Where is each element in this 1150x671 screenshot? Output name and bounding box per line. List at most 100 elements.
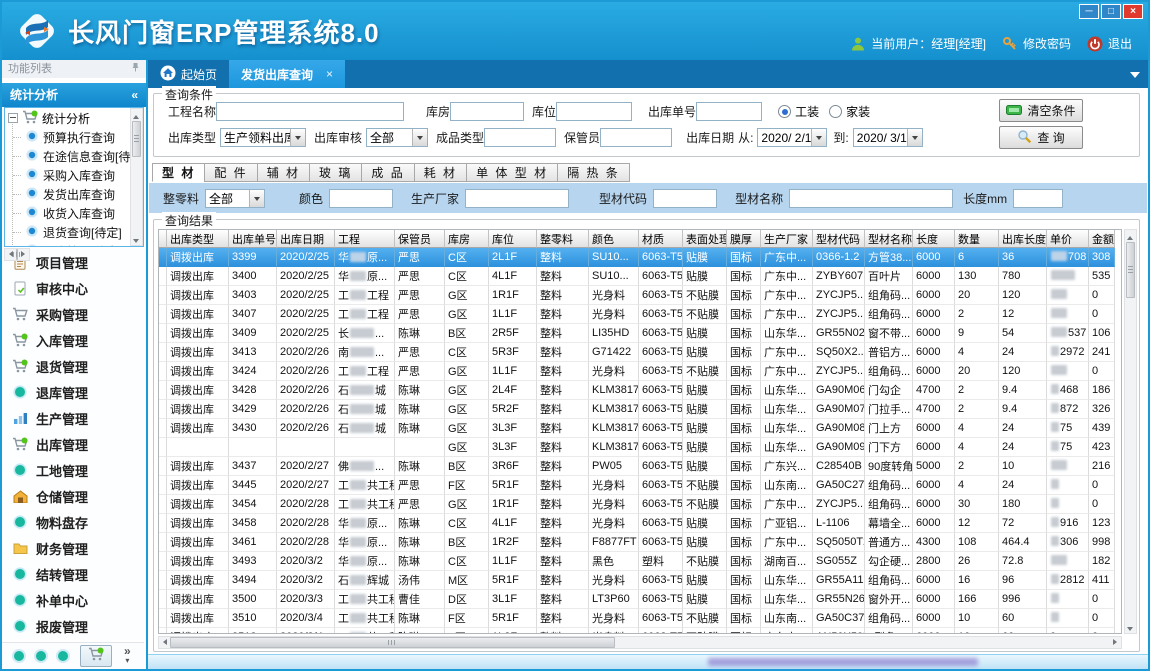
- tab-close-icon[interactable]: ×: [326, 67, 333, 81]
- column-header[interactable]: 出库类型: [167, 230, 229, 248]
- quick-circle-icon[interactable]: [58, 651, 68, 661]
- column-header[interactable]: 材质: [639, 230, 683, 248]
- table-row[interactable]: 调拨出库34612020/2/28华原...陈琳B区1R2F整料F8877FT6…: [159, 533, 1115, 552]
- table-row[interactable]: 调拨出库34302020/2/26石城陈琳G区3L3F整料KLM38176063…: [159, 419, 1115, 438]
- sidebar-item[interactable]: 结转管理: [2, 561, 146, 587]
- sidebar-item[interactable]: 物料盘存: [2, 509, 146, 535]
- pin-icon[interactable]: [131, 60, 140, 78]
- scroll-thumb[interactable]: [170, 637, 615, 648]
- tree-scrollbar-horizontal[interactable]: [4, 248, 30, 261]
- quick-cart-button[interactable]: [80, 645, 112, 667]
- column-header[interactable]: 数量: [955, 230, 999, 248]
- table-row[interactable]: 调拨出库34242020/2/26工工程严思G区1L1F整料光身料6063-T5…: [159, 362, 1115, 381]
- quick-circle-icon[interactable]: [36, 651, 46, 661]
- sidebar-item[interactable]: 财务管理: [2, 535, 146, 561]
- table-scrollbar-vertical[interactable]: [1124, 229, 1137, 634]
- tab-list-dropdown-icon[interactable]: [1130, 72, 1140, 83]
- table-row[interactable]: 调拨出库34092020/2/25长...陈琳B区2R5F整料LI35HD606…: [159, 324, 1115, 343]
- column-header[interactable]: 型材代码: [813, 230, 865, 248]
- table-row[interactable]: 调拨出库34072020/2/25工工程严思G区1L1F整料光身料6063-T5…: [159, 305, 1115, 324]
- tree-expander-icon[interactable]: [8, 113, 18, 123]
- product-type-input[interactable]: [484, 128, 556, 147]
- material-tab[interactable]: 成 品: [361, 163, 414, 182]
- column-header[interactable]: 出库长度: [999, 230, 1047, 248]
- table-row[interactable]: 调拨出库34132020/2/26南...严思C区5R3F整料G71422606…: [159, 343, 1115, 362]
- radio-jiazhuang[interactable]: 家装: [829, 103, 870, 120]
- sidebar-item[interactable]: 工地管理: [2, 457, 146, 483]
- sidebar-item[interactable]: 退货管理: [2, 353, 146, 379]
- material-tab[interactable]: 隔 热 条: [557, 163, 630, 182]
- profile-name-input[interactable]: [789, 189, 953, 208]
- minimize-button[interactable]: ─: [1079, 4, 1099, 19]
- table-row[interactable]: 调拨出库34282020/2/26石城陈琳G区2L4F整料KLM38176063…: [159, 381, 1115, 400]
- table-row[interactable]: 调拨出库35122020/3/4工共工程陈琳F区1L2F整料光身料6063-T5…: [159, 628, 1115, 634]
- close-button[interactable]: ×: [1123, 4, 1143, 19]
- tree-item[interactable]: 收货入库查询: [5, 204, 143, 223]
- column-header[interactable]: 库房: [445, 230, 489, 248]
- material-tab[interactable]: 玻 璃: [309, 163, 362, 182]
- table-scrollbar-horizontal[interactable]: [158, 636, 1122, 649]
- whole-part-select[interactable]: 全部: [205, 189, 265, 208]
- scroll-down-icon[interactable]: [1125, 622, 1136, 633]
- sidebar-item[interactable]: 出库管理: [2, 431, 146, 457]
- table-row[interactable]: 调拨出库34452020/2/27工共工程严思F区5R1F整料光身料6063-T…: [159, 476, 1115, 495]
- table-row[interactable]: 调拨出库34032020/2/25工工程严思G区1R1F整料光身料6063-T5…: [159, 286, 1115, 305]
- color-input[interactable]: [329, 189, 393, 208]
- quick-circle-icon[interactable]: [14, 651, 24, 661]
- scroll-thumb[interactable]: [132, 121, 141, 157]
- tree-item[interactable]: 发货出库查询: [5, 185, 143, 204]
- chevron-down-icon[interactable]: [907, 129, 922, 146]
- column-header[interactable]: 长度: [913, 230, 955, 248]
- collapse-chevron-icon[interactable]: «: [131, 83, 138, 107]
- material-tab[interactable]: 配 件: [204, 163, 257, 182]
- tree-item[interactable]: 采购入库查询: [5, 166, 143, 185]
- column-header[interactable]: 出库单号: [229, 230, 277, 248]
- date-to-select[interactable]: 2020/ 3/16: [853, 128, 923, 147]
- outbound-audit-select[interactable]: 全部: [366, 128, 428, 147]
- tab-shipment-outbound-query[interactable]: 发货出库查询 ×: [229, 60, 345, 88]
- column-header[interactable]: 颜色: [589, 230, 639, 248]
- table-row[interactable]: 调拨出库34582020/2/28华原...陈琳C区4L1F整料光身料6063-…: [159, 514, 1115, 533]
- tree-scrollbar-vertical[interactable]: [130, 108, 143, 246]
- profile-code-input[interactable]: [653, 189, 717, 208]
- scroll-up-icon[interactable]: [1125, 230, 1136, 241]
- project-name-input[interactable]: [216, 102, 404, 121]
- scroll-right-icon[interactable]: [1110, 637, 1121, 648]
- outbound-type-select[interactable]: 生产领料出库: [220, 128, 306, 147]
- tab-home[interactable]: 起始页: [148, 60, 229, 88]
- column-header[interactable]: 膜厚: [727, 230, 761, 248]
- location-input[interactable]: [556, 102, 632, 121]
- chevron-down-icon[interactable]: [811, 129, 826, 146]
- tree-item[interactable]: 在途信息查询[待: [5, 147, 143, 166]
- scroll-up-icon[interactable]: [131, 109, 142, 120]
- column-header[interactable]: 整零料: [537, 230, 589, 248]
- chevron-down-icon[interactable]: [412, 129, 427, 146]
- column-header[interactable]: 表面处理: [683, 230, 727, 248]
- table-row[interactable]: 调拨出库35002020/3/3工共工程曹佳D区3L1F整料LT3P606063…: [159, 590, 1115, 609]
- material-tab[interactable]: 单 体 型 材: [466, 163, 558, 182]
- scroll-thumb[interactable]: [1126, 242, 1135, 298]
- keeper-input[interactable]: [600, 128, 672, 147]
- chevron-down-icon[interactable]: [249, 190, 264, 207]
- table-row[interactable]: 调拨出库34932020/3/2华原...陈琳C区1L1F整料黑色塑料不贴膜国标…: [159, 552, 1115, 571]
- sidebar-item[interactable]: 入库管理: [2, 327, 146, 353]
- sidebar-item[interactable]: 报废管理: [2, 613, 146, 639]
- sidebar-item[interactable]: 退库管理: [2, 379, 146, 405]
- column-header[interactable]: 生产厂家: [761, 230, 813, 248]
- tree-item[interactable]: 退货查询[待定]: [5, 223, 143, 242]
- material-tab[interactable]: 辅 材: [257, 163, 310, 182]
- sidebar-section-stats[interactable]: 统计分析 «: [2, 83, 146, 107]
- table-row[interactable]: 调拨出库34292020/2/26石城陈琳G区5R2F整料KLM38176063…: [159, 400, 1115, 419]
- column-header[interactable]: 金额: [1089, 230, 1115, 248]
- length-input[interactable]: [1013, 189, 1063, 208]
- column-header[interactable]: 工程: [335, 230, 395, 248]
- scroll-down-icon[interactable]: [131, 234, 142, 245]
- tree-item[interactable]: 退库管理[待定]: [5, 242, 143, 247]
- table-row[interactable]: 调拨出库34002020/2/25华原...严思C区4L1F整料SU10...6…: [159, 267, 1115, 286]
- tree-item[interactable]: 预算执行查询: [5, 128, 143, 147]
- tree-root-stats[interactable]: 统计分析: [5, 108, 143, 128]
- change-password-link[interactable]: 修改密码: [1023, 35, 1071, 52]
- column-header[interactable]: 保管员: [395, 230, 445, 248]
- outbound-no-input[interactable]: [696, 102, 762, 121]
- date-from-select[interactable]: 2020/ 2/16: [757, 128, 827, 147]
